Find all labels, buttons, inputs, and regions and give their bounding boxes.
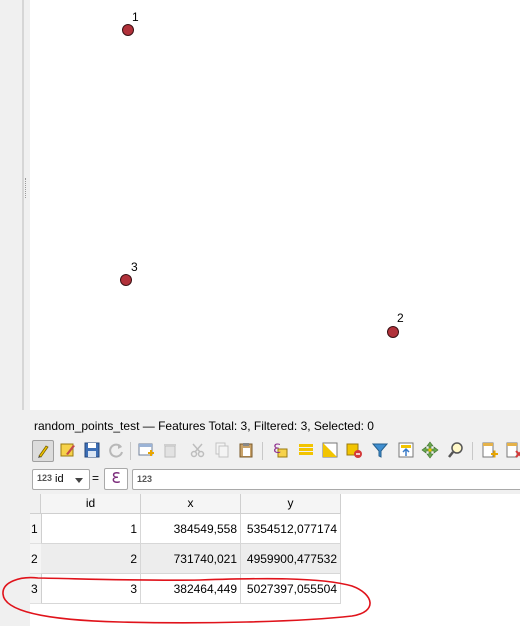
deselect-all-icon[interactable]	[344, 440, 364, 460]
table-cell-x[interactable]: 731740,021	[141, 544, 241, 574]
field-select[interactable]: 123 id	[32, 469, 90, 490]
toolbar-separator	[130, 442, 131, 460]
operator-label: =	[92, 471, 100, 485]
integer-type-icon: 123	[137, 474, 153, 484]
cut-icon[interactable]	[188, 440, 208, 460]
splitter-grip[interactable]	[25, 178, 28, 198]
field-select-value: id	[55, 473, 64, 485]
table-corner[interactable]	[30, 494, 41, 514]
table-cell-y[interactable]: 4959900,477532	[241, 544, 341, 574]
map-canvas[interactable]: 1 3 2	[30, 0, 520, 410]
invert-selection-icon[interactable]	[320, 440, 340, 460]
add-feature-icon[interactable]	[136, 440, 156, 460]
delete-feature-icon[interactable]	[160, 440, 180, 460]
toggle-editing-icon[interactable]	[32, 440, 54, 462]
map-point[interactable]	[387, 326, 399, 338]
chevron-down-icon	[75, 478, 83, 483]
attribute-table-title: random_points_test — Features Total: 3, …	[34, 419, 374, 433]
table-cell-id[interactable]: 2	[41, 544, 141, 574]
attribute-table-panel: random_points_test — Features Total: 3, …	[0, 410, 520, 626]
table-cell-y[interactable]: 5354512,077174	[241, 514, 341, 544]
map-view[interactable]: 1 3 2	[0, 0, 520, 410]
move-selection-top-icon[interactable]	[396, 440, 416, 460]
column-header-id[interactable]: id	[41, 494, 141, 514]
table-cell-x[interactable]: 384549,558	[141, 514, 241, 544]
new-field-icon[interactable]	[480, 440, 500, 460]
toolbar-separator	[472, 442, 473, 460]
map-point[interactable]	[122, 24, 134, 36]
delete-field-icon[interactable]	[504, 440, 520, 460]
zoom-to-selection-icon[interactable]	[446, 440, 466, 460]
point-label: 1	[132, 10, 139, 24]
attribute-table-toolbar: ℇ	[30, 438, 520, 464]
attribute-table: id x y 1 1 384549,558 5354512,077174 2 2…	[30, 494, 520, 626]
point-label: 3	[131, 260, 138, 274]
table-cell-id[interactable]: 1	[41, 514, 141, 544]
point-label: 2	[397, 311, 404, 325]
reload-icon[interactable]	[106, 440, 126, 460]
map-point[interactable]	[120, 274, 132, 286]
toolbar-separator	[262, 442, 263, 460]
save-edits-icon[interactable]	[82, 440, 102, 460]
copy-icon[interactable]	[212, 440, 232, 460]
multi-edit-icon[interactable]	[58, 440, 78, 460]
svg-text:ℇ: ℇ	[273, 442, 281, 457]
table-cell-y[interactable]: 5027397,055504	[241, 574, 341, 604]
select-all-icon[interactable]	[296, 440, 316, 460]
filter-value-input[interactable]: 123	[132, 469, 520, 490]
integer-type-icon: 123	[37, 473, 53, 483]
quick-filter-bar: 123 id = ℇ 123	[30, 468, 520, 490]
column-header-x[interactable]: x	[141, 494, 241, 514]
filter-icon[interactable]	[370, 440, 390, 460]
expression-builder-button[interactable]: ℇ	[104, 468, 128, 490]
table-cell-id[interactable]: 3	[41, 574, 141, 604]
expression-select-icon[interactable]: ℇ	[270, 440, 290, 460]
pan-to-selection-icon[interactable]	[420, 440, 440, 460]
column-header-y[interactable]: y	[241, 494, 341, 514]
table-cell-x[interactable]: 382464,449	[141, 574, 241, 604]
dock-splitter[interactable]	[22, 0, 24, 410]
paste-icon[interactable]	[236, 440, 256, 460]
